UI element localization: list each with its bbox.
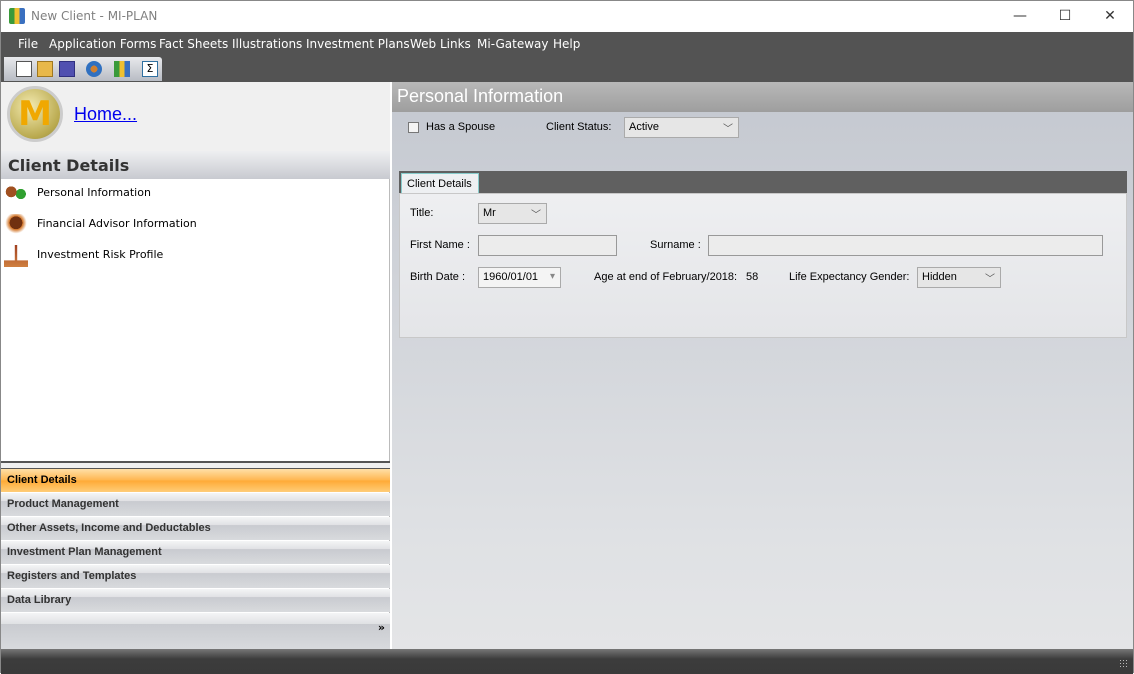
title-bar: New Client - MI-PLAN — ☐ ✕	[1, 1, 1133, 32]
minimize-button[interactable]: —	[997, 1, 1043, 32]
new-icon[interactable]	[16, 61, 32, 77]
list-item-investment-risk-profile[interactable]: Investment Risk Profile	[1, 243, 390, 269]
chevron-down-icon: ﹀	[531, 210, 541, 221]
gender-select[interactable]: Hidden ﹀	[917, 267, 1001, 288]
advisor-icon	[4, 214, 28, 236]
logo: M	[7, 86, 63, 142]
scales-icon	[4, 245, 28, 267]
overflow-chevron-icon[interactable]: »	[378, 621, 385, 634]
nav-client-details[interactable]: Client Details	[1, 469, 390, 492]
list-item-label: Personal Information	[37, 186, 151, 199]
nav-product-management[interactable]: Product Management	[1, 493, 390, 516]
menu-investment-plans[interactable]: Investment Plans	[306, 37, 410, 51]
menu-mi-gateway[interactable]: Mi-Gateway	[477, 37, 548, 51]
menu-illustrations[interactable]: Illustrations	[232, 37, 302, 51]
surname-input[interactable]	[708, 235, 1103, 256]
has-spouse-label: Has a Spouse	[426, 121, 496, 133]
client-status-value: Active	[629, 121, 659, 133]
splitter-handle[interactable]	[1, 461, 390, 469]
birth-date-label: Birth Date :	[410, 271, 466, 283]
gender-label: Life Expectancy Gender:	[789, 271, 910, 283]
list-item-personal-information[interactable]: Personal Information	[1, 181, 390, 207]
menu-application-forms[interactable]: Application Forms	[49, 37, 156, 51]
first-name-input[interactable]	[478, 235, 617, 256]
menu-bar: File Application Forms Fact Sheets Illus…	[1, 32, 1133, 57]
close-button[interactable]: ✕	[1087, 1, 1133, 32]
clients-icon[interactable]	[86, 61, 102, 77]
list-item-label: Investment Risk Profile	[37, 248, 164, 261]
birth-date-value: 1960/01/01	[483, 271, 539, 283]
nav-overflow-bar: »	[1, 613, 390, 649]
tab-panel: Title: Mr ﹀ First Name : Surname : Birth …	[399, 193, 1127, 338]
save-icon[interactable]	[59, 61, 75, 77]
menu-web-links[interactable]: Web Links	[410, 37, 471, 51]
menu-help[interactable]: Help	[553, 37, 580, 51]
nav-other-assets[interactable]: Other Assets, Income and Deductables	[1, 517, 390, 540]
menu-file[interactable]: File	[18, 37, 38, 51]
app-icon	[9, 8, 25, 24]
title-select[interactable]: Mr ﹀	[478, 203, 547, 224]
has-spouse-checkbox[interactable]	[408, 122, 419, 133]
menu-fact-sheets[interactable]: Fact Sheets	[159, 37, 228, 51]
home-area: M Home...	[1, 82, 390, 151]
list-item-label: Financial Advisor Information	[37, 217, 197, 230]
gender-value: Hidden	[922, 271, 957, 283]
birth-date-picker[interactable]: 1960/01/01 ▾	[478, 267, 561, 288]
age-value: 58	[746, 271, 759, 283]
tab-client-details[interactable]: Client Details	[401, 173, 479, 194]
nav-investment-plan-management[interactable]: Investment Plan Management	[1, 541, 390, 564]
title-value: Mr	[483, 207, 496, 219]
toolbar-row: Σ	[1, 57, 1133, 82]
dropdown-arrow-icon: ▾	[549, 271, 555, 282]
surname-label: Surname :	[650, 239, 701, 251]
list-item-financial-advisor-information[interactable]: Financial Advisor Information	[1, 212, 390, 238]
first-name-label: First Name :	[410, 239, 470, 251]
section-title: Client Details	[1, 151, 390, 179]
client-status-select[interactable]: Active ﹀	[624, 117, 739, 138]
chevron-down-icon: ﹀	[985, 274, 995, 285]
sum-icon[interactable]: Σ	[142, 61, 158, 77]
client-status-label: Client Status:	[546, 121, 612, 133]
left-panel: M Home... Client Details Personal Inform…	[1, 82, 390, 649]
status-bar	[1, 649, 1133, 674]
people-icon	[4, 183, 28, 205]
resize-grip-icon[interactable]	[1119, 659, 1129, 669]
nav-data-library[interactable]: Data Library	[1, 589, 390, 612]
toolbar: Σ	[4, 57, 162, 81]
tab-strip: Client Details	[399, 171, 1127, 194]
main-panel: Personal Information Has a Spouse Client…	[392, 82, 1133, 649]
home-link[interactable]: Home...	[74, 104, 137, 125]
open-icon[interactable]	[37, 61, 53, 77]
maximize-button[interactable]: ☐	[1042, 1, 1088, 32]
nav-registers-and-templates[interactable]: Registers and Templates	[1, 565, 390, 588]
age-label: Age at end of February/2018:	[594, 271, 738, 283]
page-title: Personal Information	[392, 82, 1133, 112]
title-label: Title:	[410, 207, 434, 219]
miplan-icon[interactable]	[114, 61, 130, 77]
chevron-down-icon: ﹀	[723, 124, 733, 135]
window-title: New Client - MI-PLAN	[31, 9, 158, 23]
